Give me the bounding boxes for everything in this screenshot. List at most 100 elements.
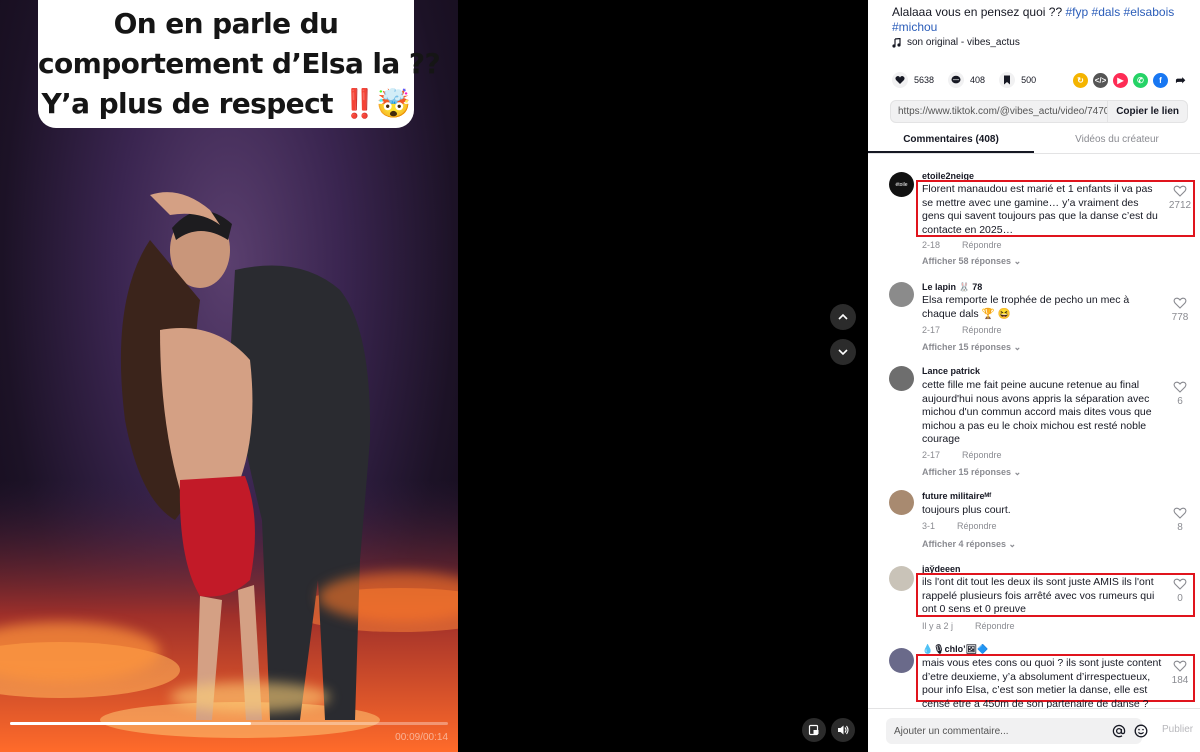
whatsapp-icon[interactable]: ✆	[1133, 72, 1148, 88]
comment-input-bar: Publier	[868, 708, 1200, 752]
comment-meta: 3-1 Répondre	[922, 521, 997, 531]
view-replies-button[interactable]: Afficher 15 réponses ⌄	[922, 342, 1021, 353]
hashtag-link[interactable]: #fyp	[1065, 5, 1088, 19]
picture-in-picture-button[interactable]	[802, 718, 826, 742]
heart-outline-icon	[1173, 578, 1187, 590]
avatar[interactable]	[889, 566, 914, 591]
bookmark-icon	[999, 72, 1016, 88]
caption-line: comportement d’Elsa la ??	[38, 47, 441, 80]
facebook-icon[interactable]: f	[1153, 72, 1168, 88]
panel-tabs: Commentaires (408) Vidéos du créateur	[868, 126, 1200, 154]
chevron-down-icon: ⌄	[1013, 256, 1022, 266]
progress-fill	[10, 722, 251, 725]
view-replies-label: Afficher 15 réponses	[922, 342, 1012, 352]
reply-button[interactable]: Répondre	[962, 240, 1002, 250]
stage-light	[170, 682, 330, 712]
comment-like-button[interactable]: 6	[1160, 380, 1200, 407]
heart-outline-icon	[1173, 185, 1187, 197]
video-url[interactable]: https://www.tiktok.com/@vibes_actu/video…	[891, 106, 1107, 117]
comment-like-button[interactable]: 184	[1160, 659, 1200, 686]
next-video-button[interactable]	[830, 339, 856, 365]
time-display: 00:09/00:14	[395, 732, 448, 743]
caption-text: Y’a plus de respect	[41, 87, 333, 120]
avatar[interactable]: étoile	[889, 172, 914, 197]
comment-text: cette fille me fait peine aucune retenue…	[922, 379, 1152, 445]
comment-like-count: 184	[1171, 675, 1189, 686]
comment-username[interactable]: Le lapin 🐰 78	[922, 282, 982, 293]
comment-like-count: 6	[1177, 396, 1183, 407]
share-arrow-icon[interactable]: ➦	[1173, 72, 1188, 88]
comment-like-button[interactable]: 0	[1160, 577, 1200, 604]
comment-action[interactable]: 408	[948, 72, 985, 88]
comment-like-button[interactable]: 2712	[1160, 184, 1200, 211]
video-caption: On en parle du comportement d’Elsa la ??…	[38, 0, 441, 128]
comment-date: 3-1	[922, 521, 936, 531]
volume-button[interactable]	[831, 718, 855, 742]
share-icons: ↻ </> ▶ ✆ f ➦	[1073, 72, 1188, 88]
chevron-down-icon: ⌄	[1013, 342, 1022, 352]
music-info[interactable]: son original - vibes_actus	[892, 37, 1020, 48]
publish-button[interactable]: Publier	[1162, 724, 1193, 735]
comment-like-button[interactable]: 778	[1160, 296, 1200, 323]
save-count: 500	[1021, 75, 1037, 85]
avatar[interactable]	[889, 366, 914, 391]
music-label: son original - vibes_actus	[907, 37, 1020, 48]
copy-link-button[interactable]: Copier le lien	[1107, 101, 1187, 122]
comment-username[interactable]: Lance patrick	[922, 366, 980, 376]
comment-input[interactable]	[886, 718, 1142, 744]
caption-line: Y’a plus de respect ‼️🤯	[38, 84, 414, 124]
view-replies-label: Afficher 15 réponses	[922, 467, 1012, 477]
avatar[interactable]	[889, 648, 914, 673]
comment-like-count: 0	[1177, 593, 1183, 604]
comment-count: 408	[970, 75, 986, 85]
reply-button[interactable]: Répondre	[962, 325, 1002, 335]
comment-like-button[interactable]: 8	[1160, 506, 1200, 533]
tab-creator-videos[interactable]: Vidéos du créateur	[1034, 126, 1200, 153]
video-controls: 00:09/00:14	[0, 712, 458, 752]
save-action[interactable]: 500	[999, 72, 1036, 88]
embed-icon[interactable]: </>	[1093, 72, 1108, 88]
comment-like-count: 778	[1171, 312, 1189, 323]
progress-bar[interactable]	[10, 722, 448, 725]
view-replies-button[interactable]: Afficher 15 réponses ⌄	[922, 467, 1021, 478]
heart-outline-icon	[1173, 297, 1187, 309]
view-replies-label: Afficher 58 réponses	[922, 256, 1012, 266]
comment-meta: 2-18 Répondre	[922, 240, 1002, 250]
chevron-down-icon	[838, 349, 848, 356]
pip-icon	[808, 724, 819, 736]
view-replies-button[interactable]: Afficher 58 réponses ⌄	[922, 256, 1021, 267]
mention-button[interactable]	[1112, 724, 1126, 743]
hashtag-link[interactable]: #elsabois	[1124, 5, 1175, 19]
comment-text: toujours plus court.	[922, 504, 1011, 516]
comment-bubble-icon	[948, 72, 965, 88]
reply-button[interactable]: Répondre	[975, 621, 1015, 631]
comment-like-count: 2712	[1168, 200, 1192, 211]
view-replies-button[interactable]: Afficher 4 réponses ⌄	[922, 539, 1016, 550]
avatar[interactable]	[889, 490, 914, 515]
comment-date: 2-17	[922, 450, 941, 460]
tab-comments[interactable]: Commentaires (408)	[868, 126, 1034, 153]
comment-username[interactable]: future militaireᴹᶠ	[922, 491, 991, 501]
comment-meta: 2-17 Répondre	[922, 450, 1002, 460]
video-player[interactable]: On en parle du comportement d’Elsa la ??…	[0, 0, 458, 752]
hashtag-link[interactable]: #michou	[892, 20, 937, 34]
clip-share-icon[interactable]: ↻	[1073, 72, 1088, 88]
like-action[interactable]: 5638	[892, 72, 934, 88]
chevron-up-icon	[838, 313, 848, 320]
hashtag-link[interactable]: #dals	[1092, 5, 1121, 19]
comment-meta: 2-17 Répondre	[922, 325, 1002, 335]
tiktok-video-page: On en parle du comportement d’Elsa la ??…	[0, 0, 1200, 752]
reply-button[interactable]: Répondre	[957, 521, 997, 531]
comment-like-count: 8	[1177, 522, 1183, 533]
reply-button[interactable]: Répondre	[962, 450, 1002, 460]
comment-text: ils l'ont dit tout les deux ils sont jus…	[922, 576, 1155, 615]
emoji-button[interactable]	[1134, 724, 1148, 743]
video-area: On en parle du comportement d’Elsa la ??…	[0, 0, 868, 752]
comment-text: Florent manaudou est marié et 1 enfants …	[922, 183, 1158, 236]
avatar[interactable]	[889, 282, 914, 307]
previous-video-button[interactable]	[830, 304, 856, 330]
music-note-icon	[892, 37, 901, 48]
send-icon[interactable]: ▶	[1113, 72, 1128, 88]
comment-date: 2-18	[922, 240, 941, 250]
comment-text: mais vous etes cons ou quoi ? ils sont j…	[922, 657, 1162, 708]
